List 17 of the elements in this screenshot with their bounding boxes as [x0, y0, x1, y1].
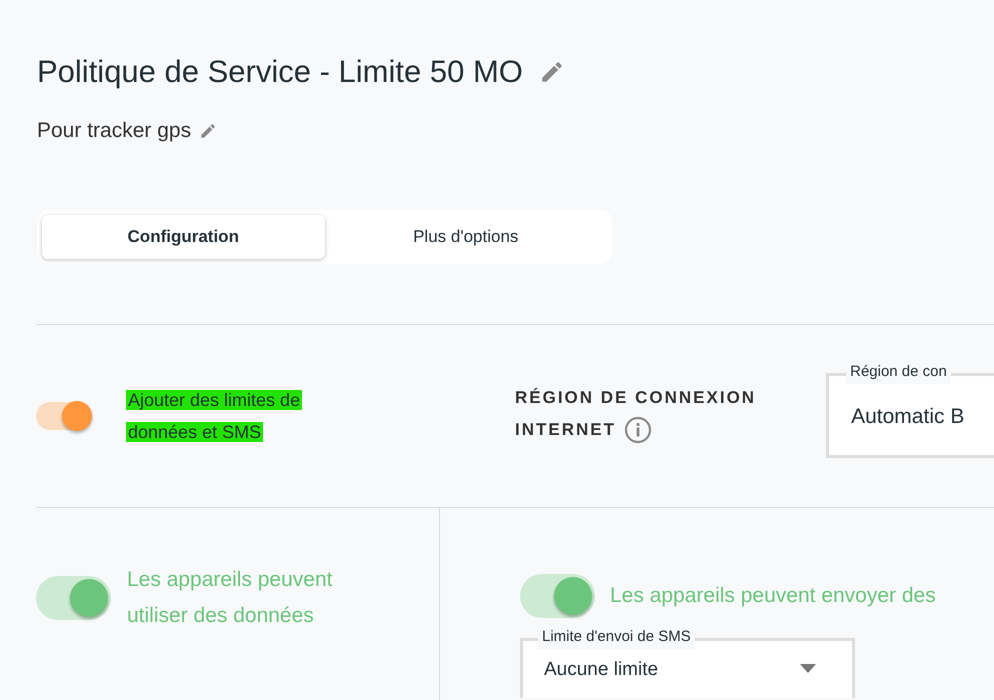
info-icon[interactable] [624, 416, 652, 444]
select-value: Automatic B [851, 404, 964, 430]
section-heading: RÉGION DE CONNEXION [515, 387, 756, 409]
caret-icon[interactable] [800, 664, 816, 673]
subtitle: Pour tracker gps [37, 118, 192, 144]
toggle-label: Les appareils peuvent utiliser des données [127, 568, 332, 626]
toggle-label: Les appareils peuvent envoyer des [610, 583, 936, 610]
tab[interactable]: Plus d'options [324, 215, 607, 259]
select-value: Aucune limite [544, 658, 658, 682]
toggle-switch[interactable] [36, 576, 111, 620]
tab[interactable]: Configuration [42, 215, 324, 259]
toggle-label: Ajouter des limites de données et SMS [126, 389, 304, 444]
toggle-switch[interactable] [36, 401, 92, 431]
pencil-icon[interactable] [199, 122, 218, 140]
page-title: Politique de Service - Limite 50 MO [37, 52, 523, 91]
toggle-switch[interactable] [520, 574, 595, 618]
section-heading: INTERNET [515, 419, 616, 441]
